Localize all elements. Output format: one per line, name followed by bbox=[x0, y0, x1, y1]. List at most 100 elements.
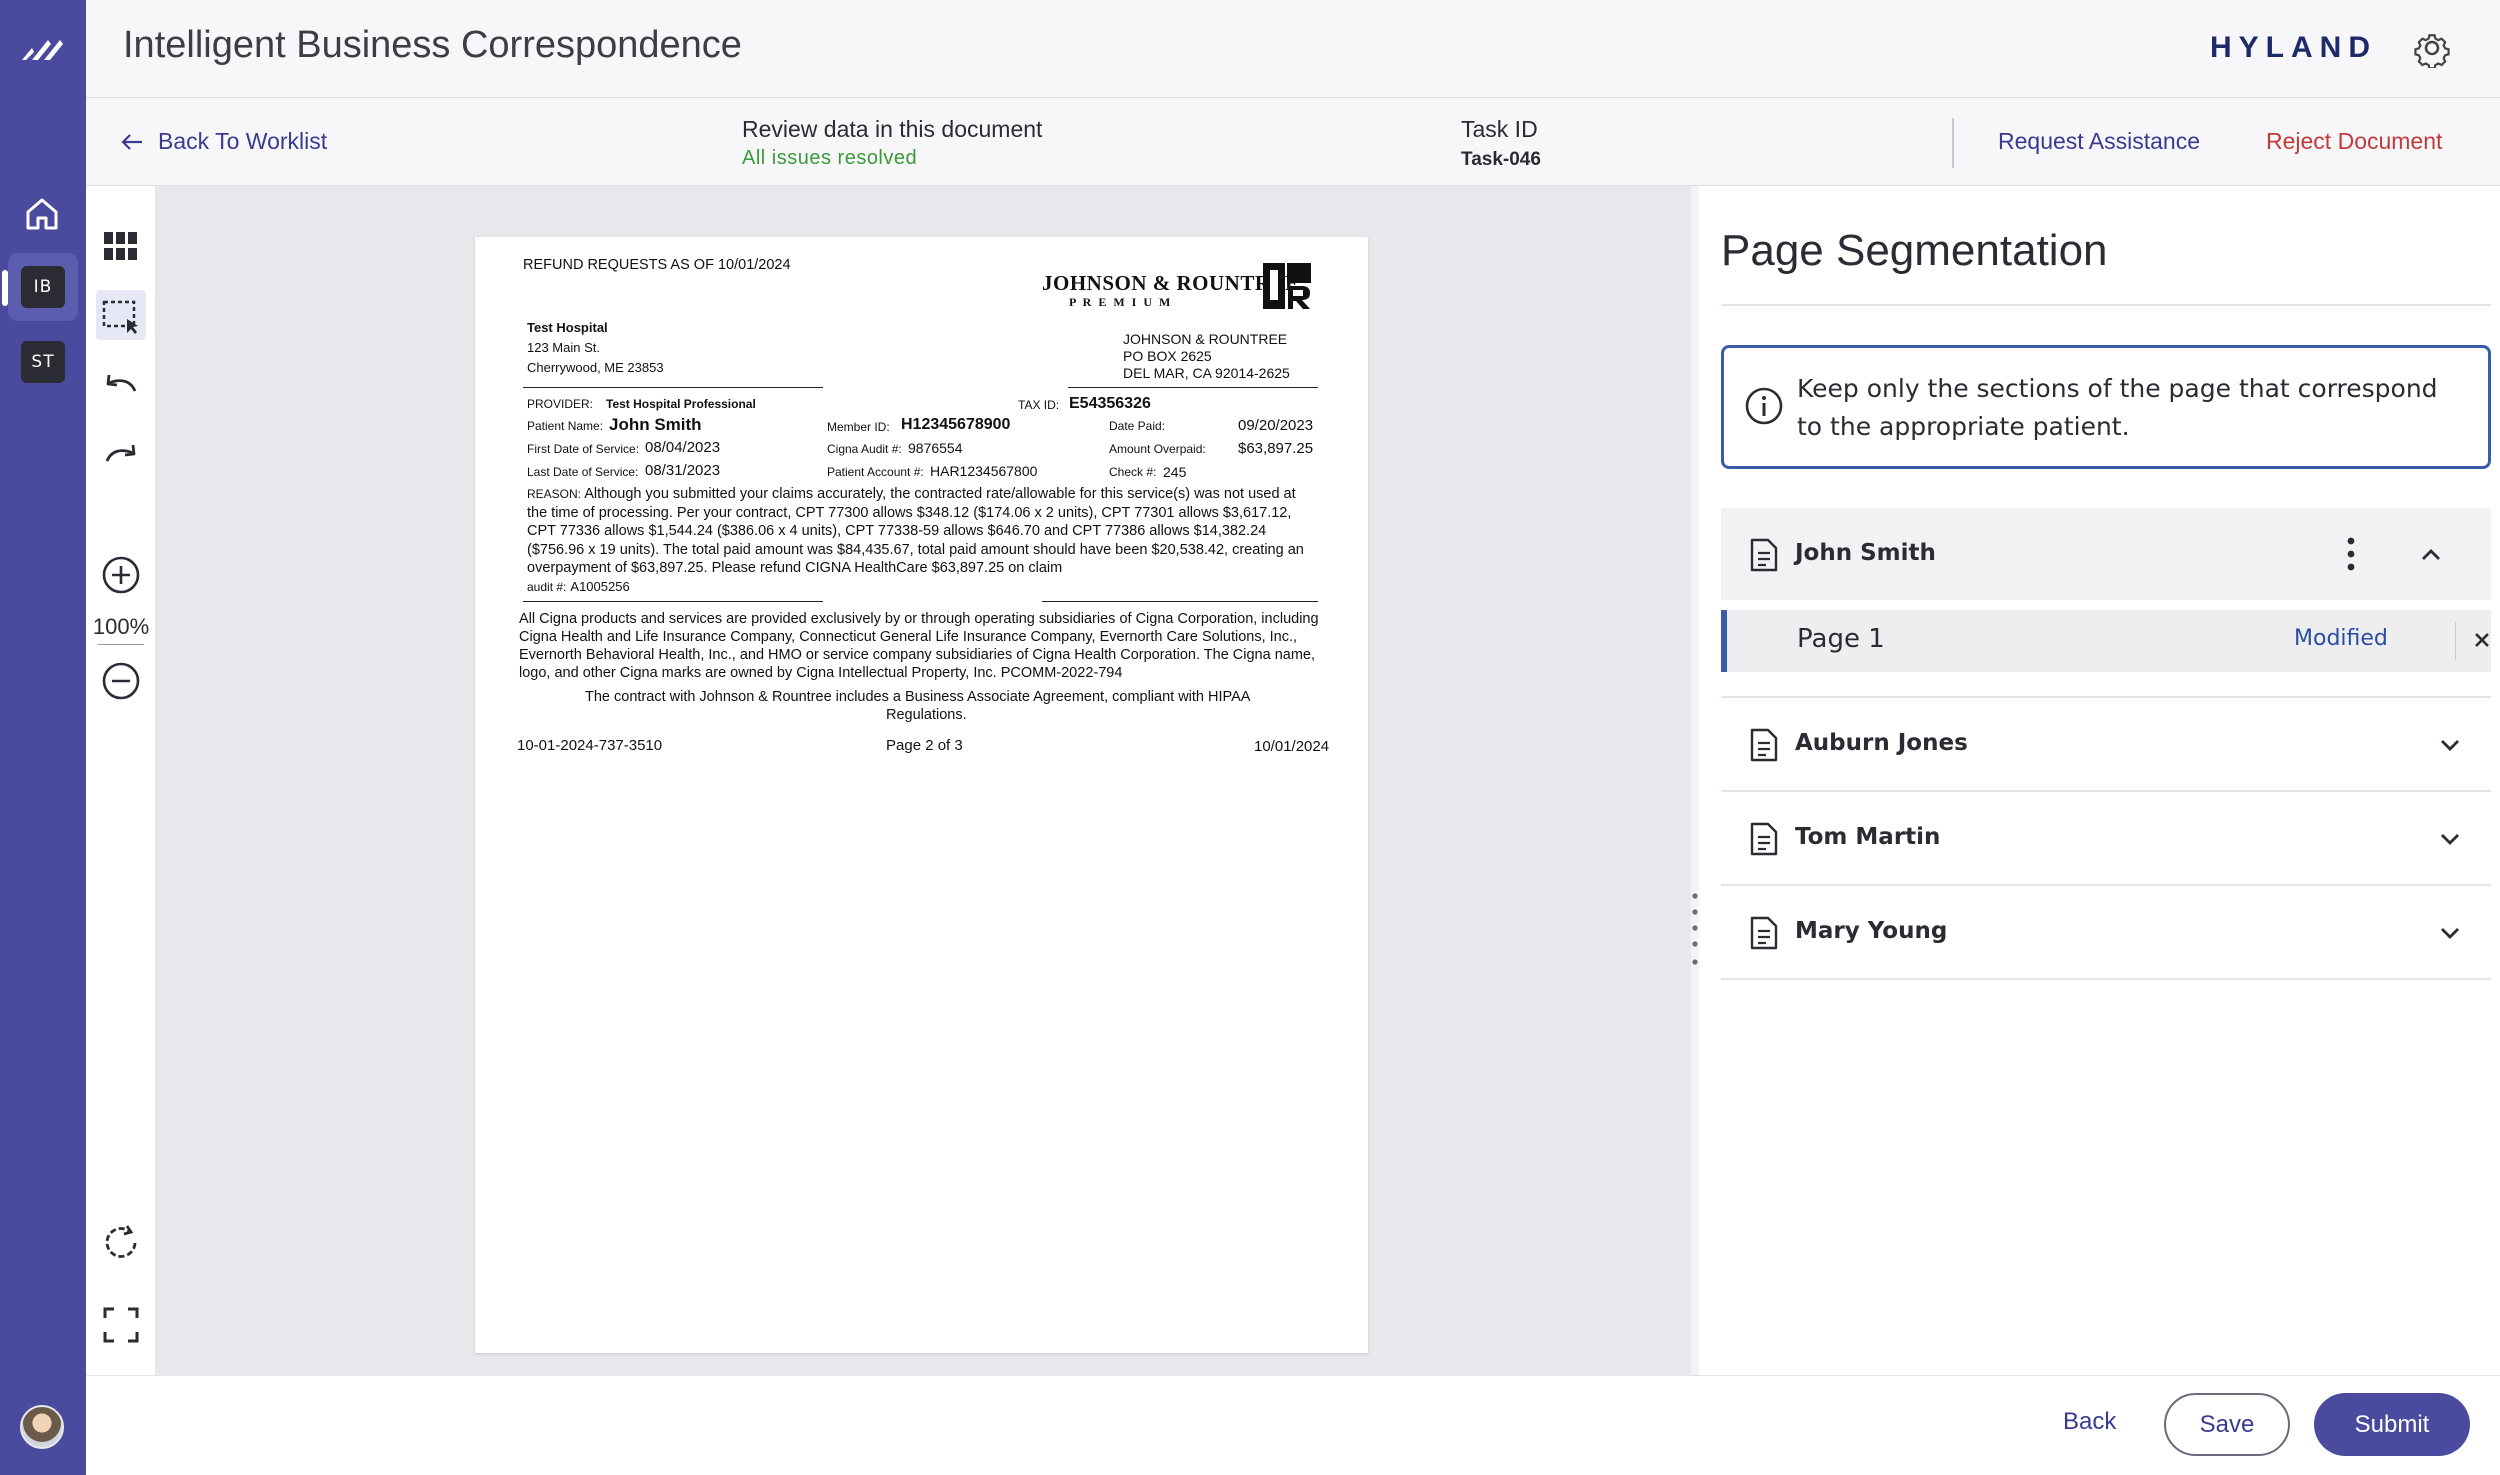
document-icon bbox=[1750, 728, 1778, 762]
zoom-level: 100% bbox=[92, 614, 150, 639]
panel-splitter bbox=[1691, 186, 1699, 1375]
review-status: Review data in this document All issues … bbox=[742, 116, 1042, 170]
doc-reason: REASON: Although you submitted your clai… bbox=[527, 485, 1317, 596]
back-to-worklist-link[interactable]: Back To Worklist bbox=[120, 128, 327, 155]
app-root: IB ST Intelligent Business Correspondenc… bbox=[0, 0, 2500, 1475]
app-switch-st[interactable]: ST bbox=[8, 328, 78, 396]
patient-name: Tom Martin bbox=[1795, 824, 1941, 850]
patient-header-auburn-jones[interactable]: Auburn Jones bbox=[1721, 698, 2491, 790]
doc-hospital-street: 123 Main St. bbox=[527, 340, 600, 355]
doc-hospital-city: Cherrywood, ME 23853 bbox=[527, 360, 664, 375]
document-icon bbox=[1750, 916, 1778, 950]
gear-icon[interactable] bbox=[2412, 28, 2452, 68]
back-button[interactable]: Back bbox=[2063, 1408, 2116, 1436]
chevron-up-icon[interactable] bbox=[2418, 542, 2444, 568]
panel-title: Page Segmentation bbox=[1721, 226, 2108, 275]
doc-logo-name: JOHNSON & ROUNTREE bbox=[1042, 271, 1300, 295]
submit-button[interactable]: Submit bbox=[2314, 1393, 2470, 1456]
doc-first-dos-value: 08/04/2023 bbox=[645, 439, 721, 456]
panel-divider bbox=[1721, 304, 2491, 306]
save-button[interactable]: Save bbox=[2164, 1393, 2290, 1456]
app-title: Intelligent Business Correspondence bbox=[123, 24, 742, 66]
zoom-divider bbox=[98, 644, 144, 645]
zoom-in-icon bbox=[102, 556, 140, 594]
zoom-out-button[interactable] bbox=[96, 656, 146, 706]
chevron-down-icon[interactable] bbox=[2437, 732, 2463, 758]
doc-first-dos-label: First Date of Service: bbox=[527, 442, 640, 456]
undo-icon bbox=[106, 374, 137, 392]
close-icon[interactable] bbox=[2472, 630, 2492, 650]
doc-company-box: PO BOX 2625 bbox=[1123, 348, 1212, 364]
review-label: Review data in this document bbox=[742, 116, 1043, 142]
doc-contract-line-2: Regulations. bbox=[886, 707, 967, 723]
doc-account-value: HAR1234567800 bbox=[930, 463, 1038, 479]
doc-datepaid-value: 09/20/2023 bbox=[1238, 417, 1314, 434]
doc-check-label: Check #: bbox=[1109, 465, 1157, 479]
fullscreen-icon bbox=[103, 1307, 139, 1343]
logo-icon[interactable] bbox=[18, 30, 68, 70]
fullscreen-button[interactable] bbox=[96, 1300, 146, 1350]
zoom-out-icon bbox=[102, 662, 140, 700]
doc-overpaid-label: Amount Overpaid: bbox=[1109, 442, 1206, 456]
doc-rule bbox=[1068, 387, 1318, 388]
doc-member-value: H12345678900 bbox=[901, 416, 1011, 433]
app-badge-ib: IB bbox=[21, 266, 65, 308]
doc-last-dos-label: Last Date of Service: bbox=[527, 465, 639, 479]
refresh-icon bbox=[105, 1225, 137, 1258]
kebab-icon[interactable] bbox=[2341, 536, 2361, 572]
doc-footer-center: Page 2 of 3 bbox=[886, 737, 963, 754]
thumbnails-button[interactable] bbox=[96, 221, 146, 271]
doc-company-name: JOHNSON & ROUNTREE bbox=[1123, 331, 1288, 347]
arrow-left-icon bbox=[121, 133, 142, 150]
doc-company-city: DEL MAR, CA 92014-2625 bbox=[1123, 365, 1290, 381]
selection-icon bbox=[102, 300, 138, 334]
patient-name: John Smith bbox=[1795, 540, 1936, 566]
doc-datepaid-label: Date Paid: bbox=[1109, 419, 1166, 433]
jr-logo-icon bbox=[1263, 263, 1311, 309]
doc-patient-label: Patient Name: bbox=[527, 419, 604, 433]
document-viewer[interactable]: REFUND REQUESTS AS OF 10/01/2024 JOHNSON… bbox=[156, 186, 1691, 1375]
segment-status-badge: Modified bbox=[2294, 626, 2388, 651]
doc-account-label: Patient Account #: bbox=[827, 465, 924, 479]
task-info: Task ID Task-046 bbox=[1461, 116, 1541, 171]
drag-handle-icon[interactable] bbox=[1692, 892, 1698, 968]
patient-header-mary-young[interactable]: Mary Young bbox=[1721, 886, 2491, 978]
app-switch-ib[interactable]: IB bbox=[8, 253, 78, 321]
app-header: Intelligent Business Correspondence HYLA… bbox=[86, 0, 2500, 98]
doc-provider-label: PROVIDER: bbox=[527, 397, 594, 411]
doc-patient-value: John Smith bbox=[609, 415, 702, 434]
zoom-in-button[interactable] bbox=[96, 550, 146, 600]
selection-tool-button[interactable] bbox=[96, 290, 146, 340]
review-status-text: All issues resolved bbox=[742, 147, 918, 169]
undo-button[interactable] bbox=[96, 359, 146, 409]
redo-icon bbox=[105, 444, 136, 462]
task-bar: Back To Worklist Review data in this doc… bbox=[86, 98, 2500, 186]
redo-button[interactable] bbox=[96, 429, 146, 479]
patient-header-tom-martin[interactable]: Tom Martin bbox=[1721, 792, 2491, 884]
rotate-button[interactable] bbox=[96, 1218, 146, 1268]
doc-heading: REFUND REQUESTS AS OF 10/01/2024 bbox=[523, 257, 791, 273]
doc-audit-label: Cigna Audit #: bbox=[827, 442, 902, 456]
doc-reason-label: REASON: bbox=[527, 487, 582, 501]
document-icon bbox=[1750, 538, 1778, 572]
reject-document-link[interactable]: Reject Document bbox=[2266, 128, 2442, 155]
doc-footer-right: 10/01/2024 bbox=[1254, 738, 1330, 755]
user-avatar[interactable] bbox=[20, 1405, 64, 1449]
page-segmentation-panel: Page Segmentation Keep only the sections… bbox=[1699, 186, 2500, 1375]
request-assistance-link[interactable]: Request Assistance bbox=[1998, 128, 2200, 155]
chevron-down-icon[interactable] bbox=[2437, 826, 2463, 852]
info-callout: Keep only the sections of the page that … bbox=[1721, 345, 2491, 469]
divider bbox=[1952, 118, 1954, 168]
document-icon bbox=[1750, 822, 1778, 856]
viewer-toolbar: 100% bbox=[86, 186, 156, 1375]
segment-page-row[interactable]: Page 1 Modified bbox=[1721, 610, 2491, 672]
task-id-label: Task ID bbox=[1461, 116, 1538, 142]
left-rail: IB ST bbox=[0, 0, 86, 1475]
document-page[interactable]: REFUND REQUESTS AS OF 10/01/2024 JOHNSON… bbox=[475, 237, 1368, 1353]
doc-audit-line-value: A1005256 bbox=[570, 578, 630, 594]
divider bbox=[1721, 978, 2491, 980]
doc-contract-line-1: The contract with Johnson & Rountree inc… bbox=[585, 689, 1251, 705]
chevron-down-icon[interactable] bbox=[2437, 920, 2463, 946]
home-icon[interactable] bbox=[22, 194, 62, 234]
patient-header-john-smith[interactable]: John Smith bbox=[1721, 508, 2491, 600]
